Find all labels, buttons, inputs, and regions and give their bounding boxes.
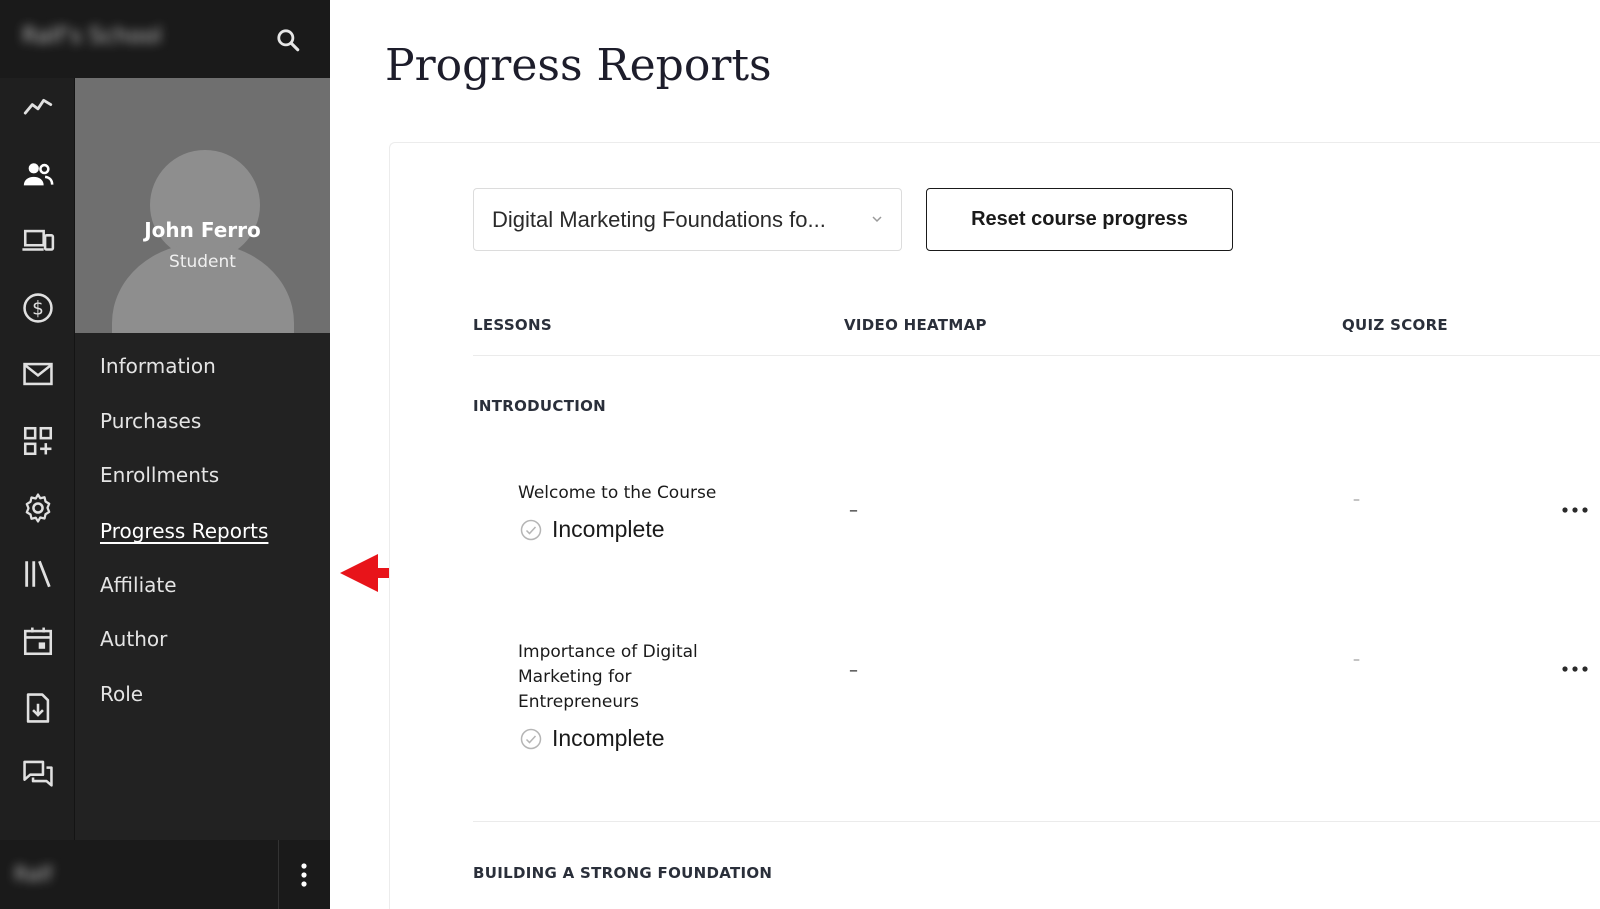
check-circle-icon xyxy=(520,728,542,749)
nav-item-enrollments[interactable]: Enrollments xyxy=(100,463,219,487)
dollar-icon: $ xyxy=(22,293,53,323)
nav-item-author[interactable]: Author xyxy=(100,627,167,651)
column-header-lessons: LESSONS xyxy=(473,316,552,334)
rail-apps[interactable] xyxy=(0,413,75,469)
rail-sales[interactable]: $ xyxy=(0,280,75,336)
svg-text:$: $ xyxy=(32,298,44,319)
profile-card: John Ferro Student xyxy=(75,78,330,333)
file-download-icon xyxy=(26,693,49,723)
profile-role: Student xyxy=(169,252,236,272)
calendar-icon xyxy=(23,627,52,656)
course-select-value: Digital Marketing Foundations fo... xyxy=(492,206,826,232)
footer-menu-button[interactable] xyxy=(284,852,324,898)
nav-item-information[interactable]: Information xyxy=(100,354,216,378)
lesson-quiz-value: – xyxy=(1353,652,1360,668)
gear-icon xyxy=(25,493,50,523)
footer-divider xyxy=(278,840,279,909)
footer-user-name[interactable]: Ralf xyxy=(14,862,52,886)
nav-item-role[interactable]: Role xyxy=(100,682,143,706)
more-horizontal-icon xyxy=(1562,507,1588,513)
lesson-status-welcome: Incomplete xyxy=(520,516,665,543)
more-horizontal-icon xyxy=(1562,666,1588,672)
lesson-status-importance: Incomplete xyxy=(520,725,665,752)
section-divider xyxy=(473,821,1600,822)
reset-course-progress-button[interactable]: Reset course progress xyxy=(926,188,1233,251)
chevron-down-icon xyxy=(872,216,882,223)
analytics-icon xyxy=(23,98,52,115)
lesson-status-text: Incomplete xyxy=(552,725,665,751)
lesson-more-button[interactable] xyxy=(1558,498,1592,522)
devices-icon xyxy=(21,229,54,251)
library-icon xyxy=(24,560,51,588)
rail-settings[interactable] xyxy=(0,480,75,536)
rail-calendar[interactable] xyxy=(0,613,75,669)
school-name[interactable]: Ralf's School xyxy=(22,24,162,49)
check-circle-icon xyxy=(520,519,542,540)
lesson-title-welcome[interactable]: Welcome to the Course xyxy=(518,481,748,506)
column-header-video-heatmap: VIDEO HEATMAP xyxy=(844,316,987,334)
apps-icon xyxy=(23,426,52,456)
course-select[interactable]: Digital Marketing Foundations fo... xyxy=(473,188,902,251)
lesson-heatmap-value: – xyxy=(849,660,858,681)
icon-rail: $ xyxy=(0,78,75,840)
sidebar-header: Ralf's School xyxy=(0,0,330,78)
mail-icon xyxy=(22,362,53,386)
sidebar-footer: Ralf xyxy=(0,840,330,909)
nav-item-purchases[interactable]: Purchases xyxy=(100,409,201,433)
search-icon xyxy=(277,29,300,52)
rail-users[interactable] xyxy=(0,146,75,202)
rail-library[interactable] xyxy=(0,546,75,602)
lesson-more-button[interactable] xyxy=(1558,657,1592,681)
kebab-menu-icon xyxy=(301,863,307,887)
section-title-building-foundation: BUILDING A STRONG FOUNDATION xyxy=(473,864,773,882)
nav-item-affiliate[interactable]: Affiliate xyxy=(100,573,177,597)
lesson-quiz-value: – xyxy=(1353,492,1360,508)
chat-icon xyxy=(22,760,53,787)
users-icon xyxy=(23,163,53,186)
lesson-heatmap-value: – xyxy=(849,500,858,521)
column-header-quiz-score: QUIZ SCORE xyxy=(1342,316,1448,334)
profile-name: John Ferro xyxy=(144,218,261,242)
search-button[interactable] xyxy=(268,20,308,60)
nav-item-progress-reports[interactable]: Progress Reports xyxy=(100,519,268,543)
rail-community[interactable] xyxy=(0,746,75,802)
rail-email[interactable] xyxy=(0,346,75,402)
header-divider xyxy=(473,355,1600,356)
lesson-status-text: Incomplete xyxy=(552,516,665,542)
lesson-title-importance[interactable]: Importance of Digital Marketing for Entr… xyxy=(518,640,748,715)
section-title-introduction: INTRODUCTION xyxy=(473,397,607,415)
rail-devices[interactable] xyxy=(0,213,75,269)
rail-analytics[interactable] xyxy=(0,78,75,134)
rail-downloads[interactable] xyxy=(0,680,75,736)
page-title: Progress Reports xyxy=(385,40,772,91)
user-subnav: John Ferro Student Information Purchases… xyxy=(75,78,330,840)
